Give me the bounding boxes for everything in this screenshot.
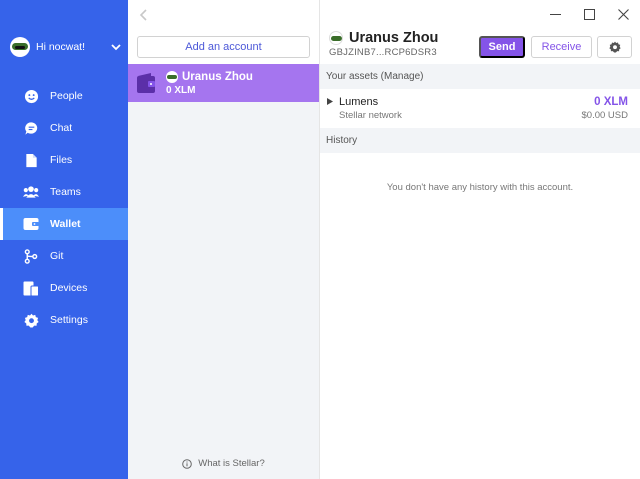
files-icon [23,152,39,168]
account-list-item[interactable]: Uranus Zhou 0 XLM [128,64,319,102]
close-icon [617,8,629,20]
user-greeting: Hi nocwat! [36,41,86,53]
account-header: Uranus Zhou GBJZINB7...RCP6DSR3 Send Rec… [320,28,640,64]
account-detail-panel: Uranus Zhou GBJZINB7...RCP6DSR3 Send Rec… [320,0,640,479]
account-balance: 0 XLM [166,84,196,96]
accounts-header: Add an account [128,0,319,64]
devices-icon [23,280,39,296]
add-account-button[interactable]: Add an account [137,36,310,58]
account-settings-button[interactable] [597,36,632,58]
account-address[interactable]: GBJZINB7...RCP6DSR3 [329,47,437,58]
asset-row[interactable]: Lumens Stellar network 0 XLM $0.00 USD [320,89,640,127]
teams-icon [23,184,39,200]
asset-name: Lumens [339,96,379,108]
assets-section-header[interactable]: Your assets (Manage) [320,64,640,89]
people-icon [23,88,39,104]
sidebar-item-label: Teams [50,186,81,198]
chevron-down-icon [111,44,121,51]
account-info: Uranus Zhou 0 XLM [166,70,253,96]
sidebar-nav: People Chat Files Teams Wallet Git Devic… [0,80,128,336]
account-title-line: Uranus Zhou [329,30,438,46]
app-window: Hi nocwat! People Chat Files Teams Walle… [0,0,640,479]
sidebar-item-label: Files [50,154,73,166]
avatar [166,70,178,83]
page-title: Uranus Zhou [349,30,439,46]
sidebar-item-settings[interactable]: Settings [0,304,128,336]
window-controls [538,0,640,28]
sidebar-item-chat[interactable]: Chat [0,112,128,144]
sidebar-item-label: Devices [50,282,88,294]
minimize-button[interactable] [538,0,572,28]
sidebar-item-teams[interactable]: Teams [0,176,128,208]
close-button[interactable] [606,0,640,28]
caret-right-icon[interactable] [327,98,333,105]
wallet-icon [137,73,155,93]
settings-icon [23,312,39,328]
user-menu[interactable]: Hi nocwat! [10,36,122,58]
sidebar-item-label: Chat [50,122,73,134]
wallet-icon [23,216,39,232]
history-empty-message: You don't have any history with this acc… [386,182,574,193]
avatar [329,31,343,45]
minimize-icon [549,13,561,15]
sidebar-item-people[interactable]: People [0,80,128,112]
account-name-line: Uranus Zhou [166,70,253,83]
sidebar-item-files[interactable]: Files [0,144,128,176]
asset-amount: 0 XLM [594,96,628,108]
sidebar-item-label: Wallet [50,218,81,230]
git-icon [23,248,39,264]
avatar [10,37,30,57]
sidebar-item-git[interactable]: Git [0,240,128,272]
asset-usd-value: $0.00 USD [581,110,628,121]
back-arrow-icon[interactable] [138,8,150,22]
send-button[interactable]: Send [479,36,525,58]
sidebar-item-wallet[interactable]: Wallet [0,208,128,240]
sidebar: Hi nocwat! People Chat Files Teams Walle… [0,0,128,479]
chat-icon [23,120,39,136]
receive-button[interactable]: Receive [531,36,592,58]
maximize-icon [583,8,595,20]
what-is-stellar-label: What is Stellar? [198,458,265,469]
sidebar-item-devices[interactable]: Devices [0,272,128,304]
what-is-stellar-link[interactable]: What is Stellar? [128,458,319,469]
sidebar-item-label: People [50,90,83,102]
account-name: Uranus Zhou [182,70,253,83]
accounts-panel: Add an account Uranus Zhou 0 XLM What is… [128,0,320,479]
history-section-header: History [320,128,640,153]
maximize-button[interactable] [572,0,606,28]
sidebar-item-label: Git [50,250,64,262]
question-circle-icon [182,458,193,469]
asset-network: Stellar network [339,110,402,121]
sidebar-item-label: Settings [50,314,88,326]
gear-icon [608,41,621,53]
